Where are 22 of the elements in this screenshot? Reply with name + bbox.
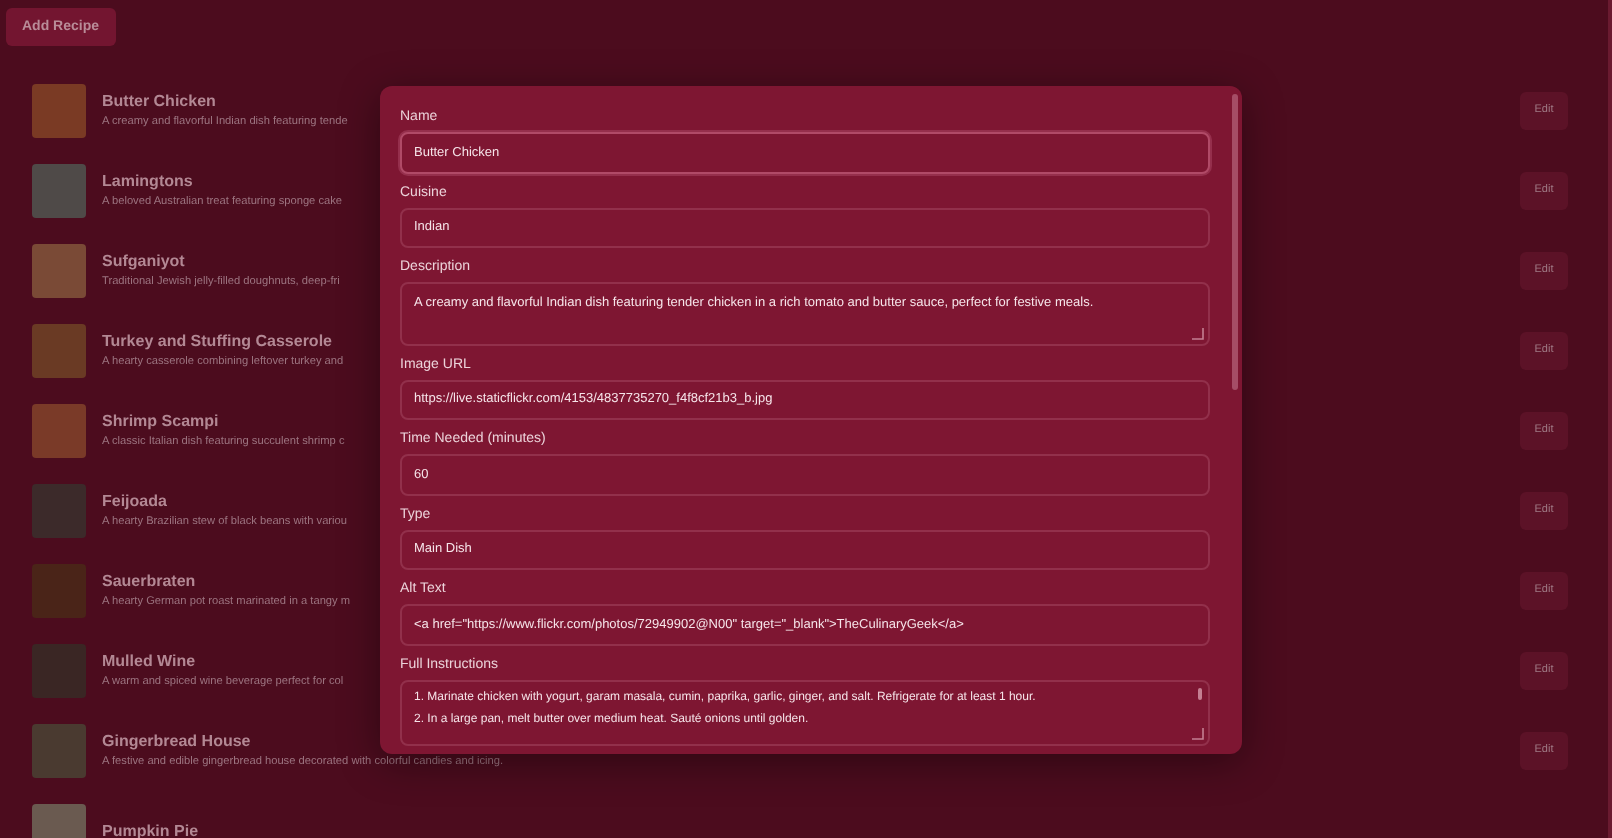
photo-placeholder <box>32 243 86 297</box>
resize-handle-icon[interactable] <box>1192 327 1204 340</box>
recipe-title: Shrimp Scampi <box>102 412 219 430</box>
recipe-title: Feijoada <box>102 492 167 510</box>
photo-placeholder <box>32 643 86 697</box>
recipe-title: Sufganiyot <box>102 252 185 270</box>
photo-placeholder <box>32 83 86 137</box>
recipe-title: Gingerbread House <box>102 732 251 750</box>
recipe-title: Lamingtons <box>102 172 193 190</box>
photo-placeholder <box>32 563 86 617</box>
photo-placeholder <box>32 723 86 777</box>
recipe-title: Mulled Wine <box>102 652 196 670</box>
resize-handle-icon[interactable] <box>1192 728 1204 741</box>
recipe-title: Pumpkin Pie <box>102 821 199 838</box>
recipe-title: Sauerbraten <box>102 572 196 590</box>
recipe-title: Turkey and Stuffing Casserole <box>102 332 332 350</box>
scrollbar-thumb[interactable] <box>1232 94 1238 390</box>
photo-placeholder <box>32 163 86 217</box>
recipe-title: Butter Chicken <box>102 92 216 110</box>
photo-placeholder <box>32 323 86 377</box>
photo-placeholder <box>32 483 86 537</box>
photo-placeholder <box>32 403 86 457</box>
